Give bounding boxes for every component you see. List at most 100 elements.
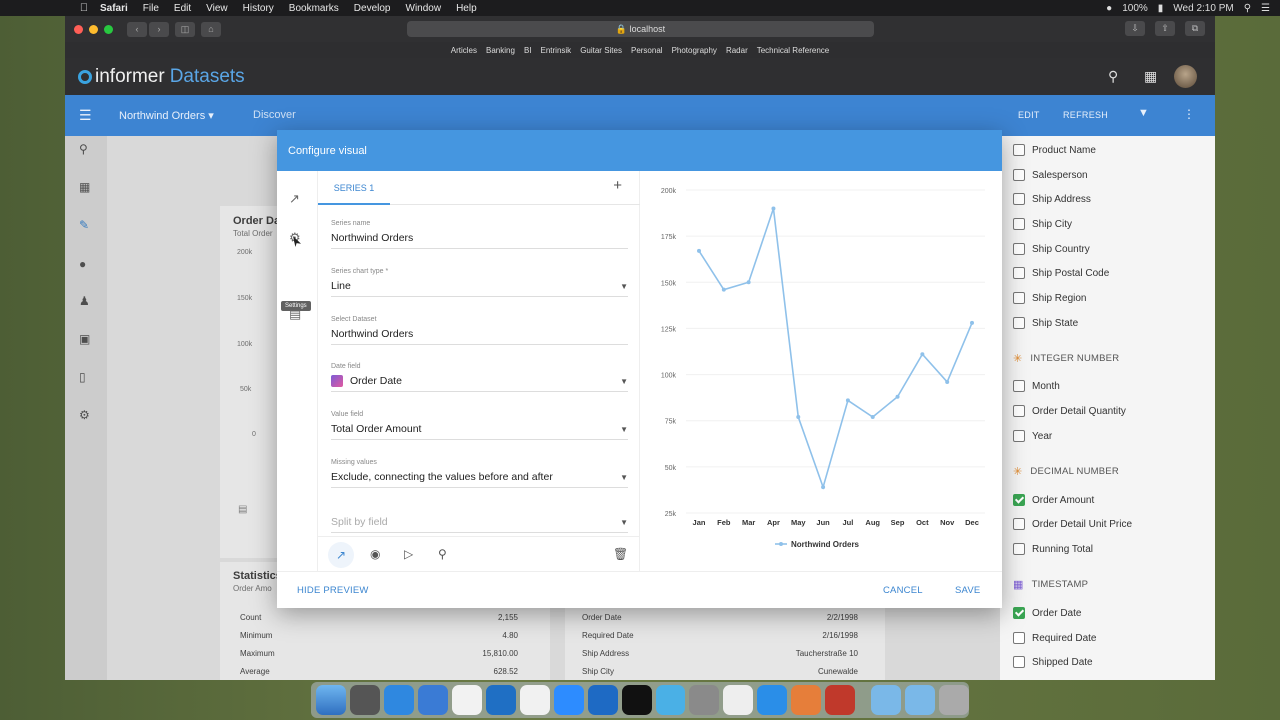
menu-icon[interactable]: ☰ xyxy=(79,107,92,124)
edit-button[interactable]: EDIT xyxy=(1018,110,1040,120)
menubar-clock[interactable]: Wed 2:10 PM xyxy=(1173,3,1233,14)
series-name-field[interactable]: Series name Northwind Orders xyxy=(331,220,628,249)
more-options-icon[interactable]: ⋮ xyxy=(1183,107,1195,121)
home-icon[interactable]: ⌂ xyxy=(201,21,221,37)
photos-icon[interactable] xyxy=(791,685,822,715)
tab-series-1[interactable]: SERIES 1 xyxy=(318,171,390,205)
field-checkbox[interactable]: Order Detail Unit Price xyxy=(1013,516,1132,532)
field-checkbox[interactable]: Required Date xyxy=(1013,630,1096,646)
chart-type-input[interactable]: Line ▼ xyxy=(331,279,628,297)
favorite-item[interactable]: BI xyxy=(524,46,532,55)
vscode-icon[interactable] xyxy=(587,685,618,715)
menu-bookmarks[interactable]: Bookmarks xyxy=(289,3,339,14)
line-style-icon[interactable]: ↗ xyxy=(328,542,354,568)
split-by-select[interactable]: Split by field ▼ xyxy=(331,511,628,533)
avatar[interactable] xyxy=(1174,65,1197,88)
apps-grid-icon[interactable]: ▦ xyxy=(1144,68,1157,85)
favorite-item[interactable]: Technical Reference xyxy=(757,46,829,55)
favorite-item[interactable]: Photography xyxy=(672,46,717,55)
dataset-field[interactable]: Select Dataset Northwind Orders xyxy=(331,316,628,345)
menu-develop[interactable]: Develop xyxy=(354,3,391,14)
palette-icon[interactable]: ◉ xyxy=(370,547,380,561)
table-icon[interactable]: ▤ xyxy=(289,306,301,322)
app-store-2-icon[interactable] xyxy=(757,685,788,715)
sheets-icon[interactable] xyxy=(519,685,550,715)
chart-type-select[interactable]: Series chart type * Line ▼ xyxy=(331,268,628,297)
field-checkbox[interactable]: Order Detail Quantity xyxy=(1013,403,1126,419)
date-field-input[interactable]: Order Date ▼ xyxy=(331,374,628,392)
address-bar[interactable]: 🔒 localhost xyxy=(407,21,874,37)
field-checkbox[interactable]: Ship State xyxy=(1013,315,1078,331)
field-checkbox[interactable]: Order Date xyxy=(1013,605,1081,621)
value-field-select[interactable]: Value field Total Order Amount ▼ xyxy=(331,411,628,440)
forward-button[interactable]: › xyxy=(149,21,169,37)
app-store-icon[interactable] xyxy=(417,685,448,715)
menu-window[interactable]: Window xyxy=(406,3,442,14)
back-button[interactable]: ‹ xyxy=(127,21,147,37)
series-tab-icon[interactable]: ↗ xyxy=(289,191,300,207)
messages-icon[interactable] xyxy=(655,685,686,715)
zoom-app-icon[interactable] xyxy=(553,685,584,715)
applications-folder-icon[interactable] xyxy=(905,685,936,715)
favorite-item[interactable]: Banking xyxy=(486,46,515,55)
missing-values-input[interactable]: Exclude, connecting the values before an… xyxy=(331,470,628,488)
favorite-item[interactable]: Articles xyxy=(451,46,477,55)
menu-help[interactable]: Help xyxy=(456,3,477,14)
apple-menu-icon[interactable]:  xyxy=(76,2,92,14)
add-series-icon[interactable]: + xyxy=(613,177,622,194)
favorite-item[interactable]: Guitar Sites xyxy=(580,46,622,55)
zoom-window-button[interactable] xyxy=(104,24,113,34)
field-checkbox[interactable]: Ship Address xyxy=(1013,191,1091,207)
calendar-app-icon[interactable] xyxy=(451,685,482,715)
favorite-item[interactable]: Radar xyxy=(726,46,748,55)
menu-app-name[interactable]: Safari xyxy=(100,3,128,14)
spotlight-icon[interactable]: ⚲ xyxy=(1244,3,1251,14)
informer-logo[interactable]: informer Datasets xyxy=(78,66,245,88)
battery-icon[interactable]: ▮ xyxy=(1158,3,1164,14)
missing-values-select[interactable]: Missing values Exclude, connecting the v… xyxy=(331,459,628,488)
menu-history[interactable]: History xyxy=(243,3,274,14)
cancel-button[interactable]: CANCEL xyxy=(883,585,923,596)
terminal-icon[interactable] xyxy=(621,685,652,715)
finder-icon[interactable] xyxy=(316,685,346,715)
value-field-input[interactable]: Total Order Amount ▼ xyxy=(331,422,628,440)
field-checkbox[interactable]: Month xyxy=(1013,378,1060,394)
sidebar-toggle-icon[interactable]: ◫ xyxy=(175,21,195,37)
hide-preview-button[interactable]: HIDE PREVIEW xyxy=(297,585,369,596)
field-checkbox[interactable]: Product Name xyxy=(1013,142,1096,158)
search-icon[interactable]: ⚲ xyxy=(1108,68,1118,85)
menu-edit[interactable]: Edit xyxy=(174,3,191,14)
favorite-item[interactable]: Personal xyxy=(631,46,663,55)
field-checkbox[interactable]: Year xyxy=(1013,428,1052,444)
series-name-input[interactable]: Northwind Orders xyxy=(331,231,628,249)
delete-icon[interactable]: 🗑 xyxy=(613,547,628,561)
menu-view[interactable]: View xyxy=(206,3,228,14)
date-field-select[interactable]: Date field Order Date ▼ xyxy=(331,363,628,392)
dataset-input[interactable]: Northwind Orders xyxy=(331,327,628,345)
close-window-button[interactable] xyxy=(74,24,83,34)
field-checkbox[interactable]: Ship City xyxy=(1013,216,1072,232)
trash-icon[interactable] xyxy=(939,685,970,715)
notification-center-icon[interactable]: ☰ xyxy=(1261,3,1270,14)
field-checkbox[interactable]: Salesperson xyxy=(1013,167,1088,183)
save-button[interactable]: SAVE xyxy=(955,585,980,596)
label-icon[interactable]: ▷ xyxy=(404,547,413,561)
field-checkbox[interactable]: Ship Postal Code xyxy=(1013,265,1109,281)
outlook-icon[interactable] xyxy=(485,685,516,715)
favorite-item[interactable]: Entrinsik xyxy=(541,46,572,55)
field-checkbox[interactable]: Ship Region xyxy=(1013,290,1086,306)
field-checkbox[interactable]: Ship Country xyxy=(1013,241,1090,257)
split-by-input[interactable]: Split by field ▼ xyxy=(331,515,628,533)
refresh-button[interactable]: REFRESH xyxy=(1063,110,1108,120)
share-icon[interactable]: ⇧ xyxy=(1155,21,1175,36)
filter-icon[interactable]: ▼ xyxy=(1138,107,1149,119)
download-icon[interactable]: ⇩ xyxy=(1125,21,1145,36)
launchpad-icon[interactable] xyxy=(349,685,380,715)
tabs-overview-icon[interactable]: ⧉ xyxy=(1185,21,1205,36)
wifi-icon[interactable]: ● xyxy=(1106,3,1112,14)
folder-icon[interactable] xyxy=(871,685,902,715)
menu-file[interactable]: File xyxy=(143,3,159,14)
notes-icon[interactable] xyxy=(723,685,754,715)
safari-icon[interactable] xyxy=(383,685,414,715)
powerpoint-icon[interactable] xyxy=(825,685,856,715)
